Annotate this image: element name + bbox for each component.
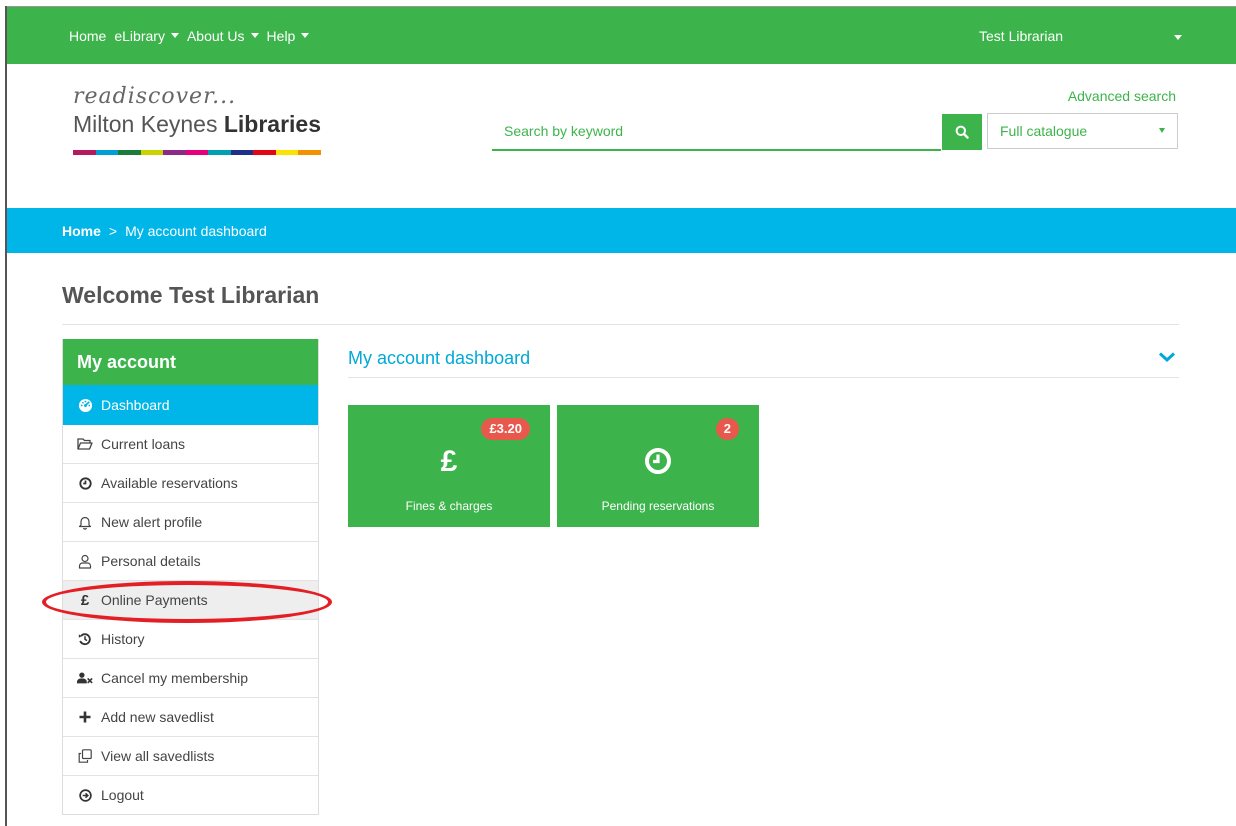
logo-stripe-segment <box>95 150 119 155</box>
tile-label: Fines & charges <box>405 499 493 513</box>
history-icon <box>77 631 93 647</box>
pending-count-badge: 2 <box>715 418 739 440</box>
user-icon <box>77 553 93 569</box>
page-title: Welcome Test Librarian <box>62 282 320 308</box>
select-caret-icon <box>1159 128 1165 133</box>
pending-reservations-tile[interactable]: 2 Pending reservations <box>557 405 759 527</box>
logo-color-stripe <box>73 150 322 155</box>
sidebar-title: My account <box>63 339 318 385</box>
pound-icon: £ <box>440 445 458 478</box>
clone-icon <box>77 748 93 764</box>
sidebar-item-personal-details[interactable]: Personal details <box>63 542 318 581</box>
logo-stripe-segment <box>208 150 231 155</box>
logo-stripe-segment <box>73 150 96 155</box>
breadcrumb-current: My account dashboard <box>125 222 267 239</box>
fines-amount-badge: £3.20 <box>481 418 530 440</box>
plus-icon <box>77 709 93 725</box>
logo-stripe-segment <box>185 150 209 155</box>
nav-about-us[interactable]: About Us <box>187 28 259 44</box>
top-navbar: Home eLibrary About Us Help Test Librari… <box>7 7 1236 64</box>
sidebar-item-view-savedlists[interactable]: View all savedlists <box>63 737 318 776</box>
folder-open-icon <box>77 436 93 452</box>
sidebar-item-add-savedlist[interactable]: Add new savedlist <box>63 698 318 737</box>
dashboard-heading: My account dashboard <box>348 348 531 368</box>
user-menu-caret-icon[interactable] <box>1174 35 1182 40</box>
search-icon <box>955 125 969 139</box>
site-logo[interactable]: readiscover... Milton Keynes Libraries <box>73 84 322 155</box>
logo-stripe-segment <box>275 150 299 155</box>
arrow-circle-icon <box>77 787 93 803</box>
sidebar-item-history[interactable]: History <box>63 620 318 659</box>
logo-stripe-segment <box>140 150 164 155</box>
chevron-down-icon[interactable] <box>1158 350 1176 368</box>
nav-elibrary[interactable]: eLibrary <box>114 28 179 44</box>
divider <box>62 324 1179 325</box>
logo-stripe-segment <box>118 150 141 155</box>
logo-name: Milton Keynes Libraries <box>73 111 322 137</box>
dashboard-icon <box>77 397 93 413</box>
user-menu[interactable]: Test Librarian <box>979 7 1063 64</box>
sidebar-item-online-payments[interactable]: £ Online Payments <box>63 581 318 620</box>
search-button[interactable] <box>942 114 982 150</box>
caret-down-icon <box>250 33 259 38</box>
top-nav-menu: Home eLibrary About Us Help <box>69 7 310 64</box>
sidebar-item-logout[interactable]: Logout <box>63 776 318 815</box>
catalogue-scope-select[interactable]: Full catalogue <box>987 113 1178 149</box>
caret-down-icon <box>301 33 310 38</box>
breadcrumb-home-link[interactable]: Home <box>62 223 101 239</box>
logo-stripe-segment <box>163 150 186 155</box>
bell-icon <box>77 514 93 530</box>
clock-icon <box>77 475 93 491</box>
advanced-search-link[interactable]: Advanced search <box>1040 88 1176 104</box>
sidebar-item-cancel-membership[interactable]: Cancel my membership <box>63 659 318 698</box>
sidebar-item-new-alert-profile[interactable]: New alert profile <box>63 503 318 542</box>
nav-help[interactable]: Help <box>267 28 310 44</box>
nav-home[interactable]: Home <box>69 28 106 44</box>
search-box <box>492 114 941 151</box>
fines-charges-tile[interactable]: £3.20 £ Fines & charges <box>348 405 550 527</box>
breadcrumb-separator: > <box>108 222 118 239</box>
sidebar-item-dashboard[interactable]: Dashboard <box>63 385 318 425</box>
sidebar-item-available-reservations[interactable]: Available reservations <box>63 464 318 503</box>
breadcrumb: Home > My account dashboard <box>7 208 1236 253</box>
divider <box>348 377 1179 378</box>
account-sidebar: My account Dashboard Current loans Avail… <box>62 339 319 815</box>
logo-stripe-segment <box>230 150 254 155</box>
tile-label: Pending reservations <box>601 499 715 513</box>
search-input[interactable] <box>492 114 936 148</box>
pound-icon: £ <box>80 591 90 609</box>
user-times-icon <box>77 670 93 686</box>
logo-tagline: readiscover... <box>73 84 237 109</box>
caret-down-icon <box>170 33 179 38</box>
sidebar-item-current-loans[interactable]: Current loans <box>63 425 318 464</box>
clock-icon <box>557 447 759 483</box>
window-left-border <box>5 6 7 826</box>
logo-stripe-segment <box>253 150 276 155</box>
logo-stripe-segment <box>298 150 322 155</box>
